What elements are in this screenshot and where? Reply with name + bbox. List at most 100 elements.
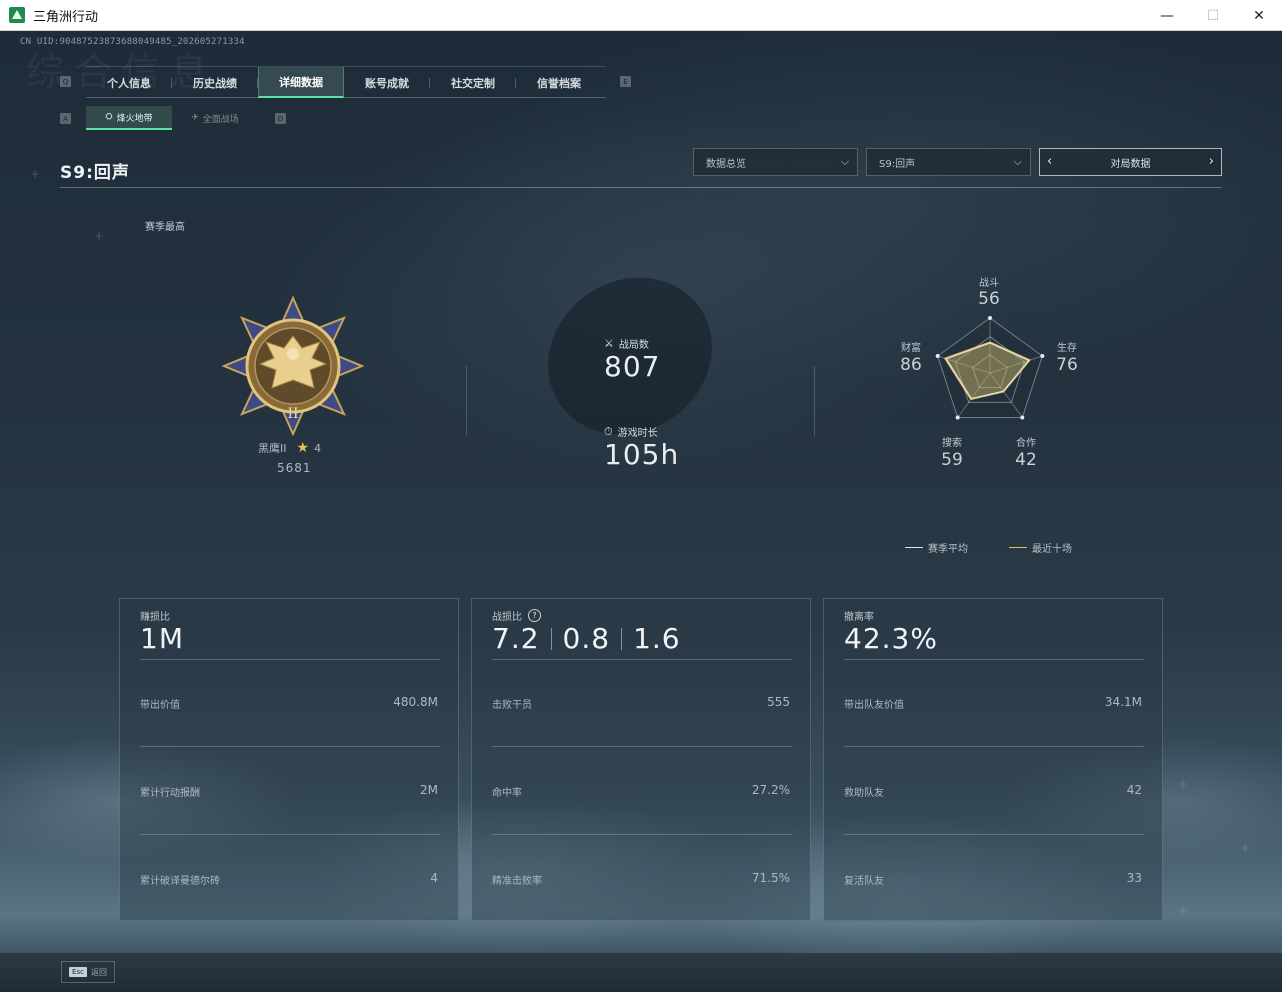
legend-label: 赛季平均 [928, 544, 968, 555]
window-titlebar: 三角洲行动 — ☐ ✕ [0, 0, 1282, 31]
rank-name: 黑鹰II ★ 4 [258, 440, 321, 456]
row-label: 带出队友价值 [844, 700, 904, 711]
card-divider [492, 659, 792, 660]
radar-chart [935, 316, 1045, 420]
subtab-label: 全面战场 [202, 114, 239, 125]
match-data-pager[interactable]: ‹ 对局数据 › [1039, 148, 1222, 176]
extraction-rate-card: 撤离率 42.3% 带出队友价值 34.1M 救助队友 42 复活队友 33 [823, 598, 1163, 921]
row-label: 击败干员 [492, 700, 532, 711]
card-main-value: 1M [140, 622, 184, 655]
chevron-down-icon: ⌵ [1013, 155, 1022, 168]
back-label: 返回 [90, 967, 107, 977]
key-hint-e: E [620, 76, 631, 87]
pager-label: 对局数据 [1110, 158, 1151, 170]
maximize-button[interactable]: ☐ [1190, 0, 1236, 31]
card-title: 战损比 ? [492, 608, 541, 623]
crosshair-decor: + [30, 167, 41, 181]
tab-match-history[interactable]: 历史战绩 [172, 67, 258, 98]
season-dropdown[interactable]: S9:回声 ⌵ [866, 148, 1031, 176]
stopwatch-icon: ⏱ [604, 424, 613, 438]
chevron-right-icon[interactable]: › [1209, 154, 1214, 169]
card-divider [492, 746, 792, 747]
kd-value-b: 0.8 [562, 622, 611, 655]
season-best-label: 赛季最高 [145, 222, 185, 233]
card-title-text: 战损比 [492, 612, 522, 623]
rank-medal-icon: II [222, 296, 364, 436]
key-hint-q: Q [60, 76, 71, 87]
chevron-left-icon[interactable]: ‹ [1047, 154, 1052, 169]
overview-dropdown[interactable]: 数据总览 ⌵ [693, 148, 858, 176]
fire-zone-icon: ⛭ [105, 112, 113, 122]
section-divider [466, 366, 467, 436]
game-viewport: 综合信息 CN UID:9048752387368804948​5_202605… [0, 31, 1282, 992]
matches-value: 807 [604, 350, 661, 383]
kd-value-a: 7.2 [492, 622, 540, 655]
card-divider [140, 659, 440, 660]
rank-score: 5681 [277, 461, 312, 475]
back-button[interactable]: Esc 返回 [61, 961, 115, 983]
row-value: 480.8M [393, 695, 438, 709]
radar-vertex-search [955, 415, 960, 420]
legend-label: 最近十场 [1032, 544, 1072, 555]
card-title: 赚损比 [140, 612, 170, 623]
row-label: 累计破译曼德尔砖 [140, 876, 220, 887]
matches-label-text: 战局数 [618, 340, 649, 351]
tab-detailed-data[interactable]: 详细数据 [258, 67, 344, 98]
subtab-battlefield[interactable]: ✈ 全面战场 [172, 106, 258, 130]
chevron-down-icon: ⌵ [840, 155, 849, 168]
crosshair-decor: + [1240, 841, 1251, 855]
window-title: 三角洲行动 [33, 9, 99, 25]
star-icon: ★ [296, 440, 310, 456]
bottom-bar [0, 953, 1282, 992]
tab-personal-info[interactable]: 个人信息 [86, 67, 172, 98]
subtab-fire-zone[interactable]: ⛭ 烽火地带 [86, 106, 172, 130]
row-value: 2M [420, 783, 438, 797]
card-main-value: 42.3% [844, 622, 938, 655]
battlefield-icon: ✈ [191, 113, 199, 123]
legend-swatch [1009, 547, 1027, 548]
value-separator [550, 627, 552, 650]
legend-swatch [905, 547, 923, 548]
close-button[interactable]: ✕ [1236, 0, 1282, 31]
radar-vertex-combat [988, 316, 992, 320]
row-label: 累计行动报酬 [140, 788, 200, 799]
key-hint-d: D [275, 113, 286, 124]
header-divider [60, 187, 1222, 188]
row-value: 4 [430, 871, 438, 885]
minimize-button[interactable]: — [1144, 0, 1190, 31]
season-title: S9:回声 [60, 163, 130, 183]
playtime-value: 105h [604, 438, 680, 471]
app-logo-icon [9, 7, 25, 23]
radar-vertex-survival [1040, 354, 1045, 359]
kd-value-c: 1.6 [633, 622, 681, 655]
card-title: 撤离率 [844, 612, 874, 623]
crossed-swords-icon: ⚔ [604, 337, 614, 350]
card-divider [844, 834, 1144, 835]
tab-social-custom[interactable]: 社交定制 [430, 67, 516, 98]
card-divider [844, 659, 1144, 660]
card-divider [844, 746, 1144, 747]
rank-stars: 4 [314, 441, 322, 455]
card-divider [140, 834, 440, 835]
value-separator [621, 627, 623, 650]
tab-credit-record[interactable]: 信誉档案 [516, 67, 602, 98]
row-label: 命中率 [492, 788, 522, 799]
tab-achievements[interactable]: 账号成就 [344, 67, 430, 98]
row-label: 带出价值 [140, 700, 180, 711]
legend-recent-ten: 最近十场 [1009, 540, 1072, 555]
radar-vertex-teamwork [1020, 415, 1025, 420]
rank-title: 黑鹰II [258, 442, 287, 455]
crosshair-decor: + [1178, 777, 1189, 791]
card-divider [492, 834, 792, 835]
playtime-label-text: 游戏时长 [617, 428, 658, 439]
card-divider [140, 746, 440, 747]
row-value: 27.2% [751, 783, 790, 797]
mode-subtabs: ⛭ 烽火地带 ✈ 全面战场 [86, 106, 258, 130]
playtime-label: ⏱ 游戏时长 [604, 424, 658, 440]
dropdown-value: 数据总览 [706, 158, 746, 170]
help-icon[interactable]: ? [528, 609, 541, 622]
row-label: 精准击败率 [492, 876, 542, 887]
row-label: 救助队友 [844, 788, 884, 799]
row-value: 555 [767, 695, 790, 709]
radar-value-teamwork: 42 [1015, 450, 1037, 470]
